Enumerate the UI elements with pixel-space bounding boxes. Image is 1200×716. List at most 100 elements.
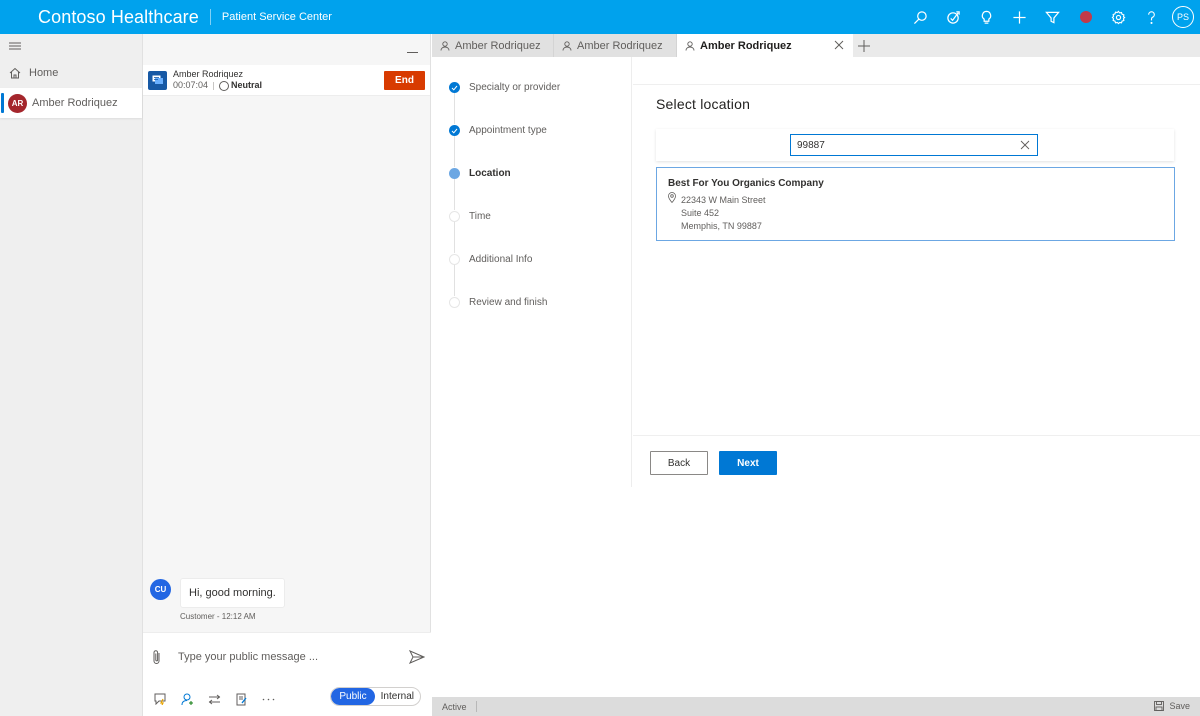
lightbulb-icon <box>981 10 992 24</box>
status-divider <box>475 701 477 712</box>
divider <box>633 84 1200 85</box>
app-header: Contoso Healthcare Patient Service Cente… <box>0 0 1200 34</box>
step-connector <box>454 179 455 210</box>
pending-step-icon <box>449 254 460 265</box>
minimize-button[interactable] <box>406 42 420 56</box>
location-result-card[interactable]: Best For You Organics Company 22343 W Ma… <box>656 167 1175 241</box>
nav-home-label: Home <box>29 67 59 79</box>
toggle-public[interactable]: Public <box>331 688 375 705</box>
person-icon <box>440 40 450 51</box>
back-button[interactable]: Back <box>650 451 708 475</box>
pending-step-icon <box>449 211 460 222</box>
customer-avatar: CU <box>150 579 171 600</box>
meta-divider <box>213 81 215 90</box>
more-button[interactable] <box>260 691 277 707</box>
step-label: Appointment type <box>469 125 547 136</box>
transfer-button[interactable] <box>206 691 223 707</box>
step-label: Specialty or provider <box>469 82 561 93</box>
conversation-header <box>143 34 430 65</box>
step-review[interactable]: Review and finish <box>449 297 547 308</box>
filter-button[interactable] <box>1036 0 1069 34</box>
search-button[interactable] <box>904 0 937 34</box>
page-title: Select location <box>656 96 751 112</box>
consult-icon <box>181 693 193 705</box>
session-tabs: Amber Rodriquez Amber Rodriquez Amber Ro… <box>432 34 1200 57</box>
session-avatar: AR <box>8 93 27 113</box>
tab-label: Amber Rodriquez <box>577 39 663 52</box>
transfer-icon <box>208 694 221 704</box>
location-name: Best For You Organics Company <box>668 178 824 189</box>
address-line: Memphis, TN 99887 <box>681 221 762 231</box>
search-field[interactable] <box>790 134 1038 156</box>
user-avatar[interactable]: PS <box>1172 6 1194 28</box>
assistant-button[interactable] <box>937 0 970 34</box>
step-location[interactable]: Location <box>449 168 511 179</box>
presence-button[interactable] <box>1069 0 1102 34</box>
end-session-button[interactable]: End <box>384 71 425 90</box>
map-pin-icon <box>668 192 676 203</box>
composer-tools <box>152 691 287 707</box>
toggle-internal[interactable]: Internal <box>375 688 420 705</box>
step-label: Time <box>469 211 491 222</box>
tab-3-active[interactable]: Amber Rodriquez <box>677 34 853 57</box>
tab-1[interactable]: Amber Rodriquez <box>432 34 554 57</box>
insights-button[interactable] <box>970 0 1003 34</box>
save-icon <box>1154 701 1165 711</box>
step-appointment-type[interactable]: Appointment type <box>449 125 547 136</box>
tab-label: Amber Rodriquez <box>455 39 541 52</box>
attachment-icon[interactable] <box>151 649 163 666</box>
help-button[interactable] <box>1135 0 1168 34</box>
conversation-panel: Amber Rodriquez 00:07:04 Neutral End CU … <box>143 34 431 716</box>
person-icon <box>685 40 695 51</box>
neutral-face-icon <box>219 80 230 91</box>
nav-item-session[interactable]: AR Amber Rodriquez <box>0 88 142 118</box>
step-time[interactable]: Time <box>449 211 491 222</box>
app-title[interactable]: Contoso Healthcare <box>38 7 199 28</box>
chat-message: CU Hi, good morning. <box>150 578 285 608</box>
tab-label: Amber Rodriquez <box>700 39 792 52</box>
menu-button[interactable] <box>0 34 142 58</box>
location-form: Select location Best For You Organics Co… <box>633 57 1200 487</box>
quick-replies-button[interactable] <box>152 691 169 707</box>
plus-icon <box>1013 10 1026 24</box>
step-label: Additional Info <box>469 254 533 265</box>
public-internal-toggle[interactable]: Public Internal <box>330 687 421 706</box>
quick-replies-icon <box>154 693 166 705</box>
step-additional-info[interactable]: Additional Info <box>449 254 532 265</box>
address-line: 22343 W Main Street <box>681 195 766 205</box>
person-icon <box>562 40 572 51</box>
address-line: Suite 452 <box>681 208 720 218</box>
booking-stepper: Specialty or provider Appointment type L… <box>432 57 632 487</box>
new-tab-button[interactable] <box>853 34 875 57</box>
save-label: Save <box>1169 701 1190 711</box>
session-customer-name: Amber Rodriquez <box>173 69 244 79</box>
left-navigation: Home AR Amber Rodriquez <box>0 34 143 716</box>
location-search-input[interactable] <box>791 139 1011 151</box>
session-card[interactable]: Amber Rodriquez 00:07:04 Neutral End <box>143 65 430 96</box>
close-tab-icon[interactable] <box>833 39 845 51</box>
step-connector <box>454 265 455 296</box>
sentiment-label: Neutral <box>231 80 263 90</box>
message-composer: Public Internal <box>143 632 431 716</box>
consult-button[interactable] <box>179 691 196 707</box>
tab-2[interactable]: Amber Rodriquez <box>554 34 677 57</box>
settings-button[interactable] <box>1102 0 1135 34</box>
clear-search-icon[interactable] <box>1020 140 1030 150</box>
notes-icon <box>236 693 247 705</box>
new-button[interactable] <box>1003 0 1036 34</box>
step-specialty[interactable]: Specialty or provider <box>449 82 560 93</box>
hamburger-icon <box>9 42 21 50</box>
save-button[interactable]: Save <box>1154 701 1190 711</box>
more-icon <box>262 698 275 700</box>
location-address: 22343 W Main Street Suite 452 Memphis, T… <box>681 194 766 233</box>
divider <box>633 435 1200 436</box>
step-label: Review and finish <box>469 297 548 308</box>
nav-item-home[interactable]: Home <box>0 58 142 88</box>
notes-button[interactable] <box>233 691 250 707</box>
check-icon <box>449 125 460 136</box>
message-input[interactable] <box>178 647 398 667</box>
send-icon[interactable] <box>409 650 425 664</box>
search-icon <box>913 10 927 24</box>
location-search-bar <box>656 129 1174 161</box>
next-button[interactable]: Next <box>719 451 777 475</box>
